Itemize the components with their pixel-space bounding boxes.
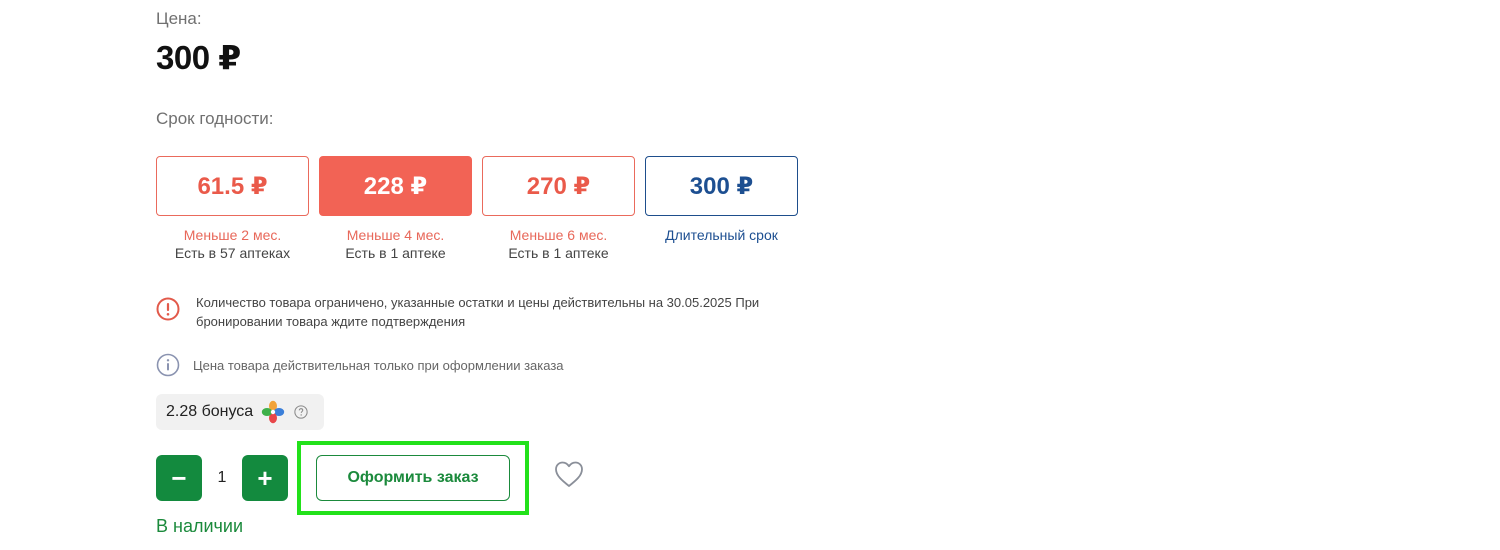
expiry-option-long-term: 300 ₽ Длительный срок	[645, 156, 798, 244]
clover-logo-icon	[262, 400, 285, 424]
expiry-option-price-button[interactable]: 300 ₽	[645, 156, 798, 216]
price-info-text: Цена товара действительная только при оф…	[193, 357, 564, 373]
expiry-option-term: Меньше 2 мес.	[183, 227, 282, 243]
availability-status: В наличии	[156, 516, 244, 536]
quantity-value[interactable]: 1	[202, 455, 242, 501]
bonus-badge: 2.28 бонуса	[156, 394, 324, 430]
limited-stock-text: Количество товара ограничено, указанные …	[196, 295, 760, 329]
limited-stock-notice: Количество товара ограничено, указанные …	[156, 293, 776, 331]
expiry-option-term: Меньше 6 мес.	[509, 227, 608, 243]
alert-circle-icon	[156, 297, 180, 321]
increase-quantity-button[interactable]: +	[242, 455, 288, 501]
place-order-button[interactable]: Оформить заказ	[316, 455, 510, 501]
price-value: 300 ₽	[156, 39, 241, 76]
expiry-label: Срок годности:	[156, 109, 274, 128]
product-purchase-panel: Цена: 300 ₽ Срок годности: 61.5 ₽ Меньше…	[0, 0, 1500, 550]
expiry-option-term: Длительный срок	[665, 227, 778, 243]
price-info-notice: Цена товара действительная только при оф…	[156, 353, 564, 377]
bonus-text: 2.28 бонуса	[166, 403, 254, 420]
decrease-quantity-button[interactable]: −	[156, 455, 202, 501]
price-label: Цена:	[156, 9, 202, 28]
heart-outline-icon[interactable]	[553, 459, 585, 489]
expiry-option-stock: Есть в 1 аптеке	[508, 245, 609, 261]
expiry-option-price-button[interactable]: 228 ₽	[319, 156, 472, 216]
expiry-option-price-button[interactable]: 270 ₽	[482, 156, 635, 216]
info-circle-icon	[156, 353, 180, 377]
question-circle-icon[interactable]	[294, 405, 308, 419]
expiry-option-6-months: 270 ₽ Меньше 6 мес. Есть в 1 аптеке	[482, 156, 635, 262]
expiry-option-term: Меньше 4 мес.	[346, 227, 445, 243]
expiry-option-2-months: 61.5 ₽ Меньше 2 мес. Есть в 57 аптеках	[156, 156, 309, 262]
expiry-option-stock: Есть в 57 аптеках	[174, 245, 291, 261]
expiry-option-4-months: 228 ₽ Меньше 4 мес. Есть в 1 аптеке	[319, 156, 472, 262]
quantity-stepper: − 1 +	[156, 455, 288, 501]
expiry-option-stock: Есть в 1 аптеке	[345, 245, 446, 261]
expiry-option-price-button[interactable]: 61.5 ₽	[156, 156, 309, 216]
